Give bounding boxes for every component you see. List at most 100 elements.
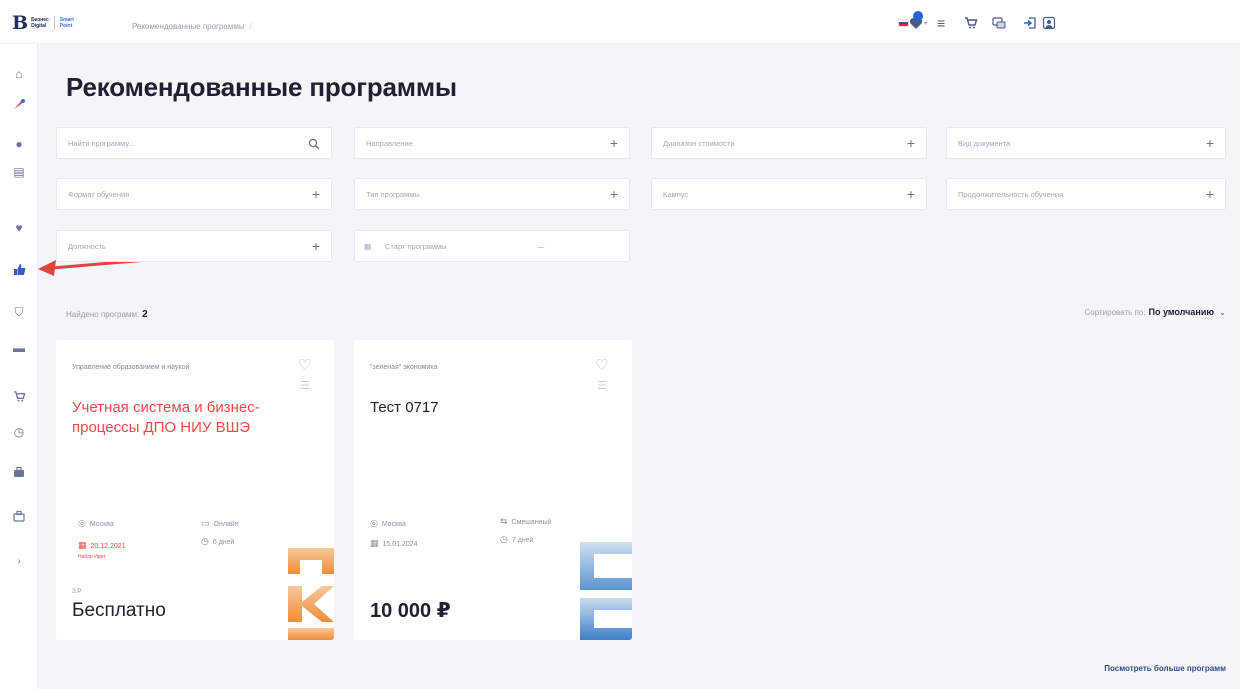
- watermark-logo: [580, 542, 632, 640]
- logo-divider: [53, 16, 55, 30]
- notification-badge: [913, 11, 923, 21]
- filter-start-date[interactable]: ▦ Старт программы —: [354, 230, 630, 262]
- sidebar-item-cart[interactable]: [0, 386, 38, 406]
- show-more-link[interactable]: Посмотреть больше программ: [1104, 664, 1226, 673]
- plus-icon: +: [609, 186, 618, 202]
- home-icon: ⌂: [15, 67, 23, 81]
- date-separator: —: [537, 242, 545, 251]
- card-city: ◎ Москва: [370, 518, 406, 528]
- program-card[interactable]: "зеленая" экономика ♡ ☰ Тест 0717 ◎ Москв…: [354, 340, 632, 640]
- location-icon: ◎: [78, 518, 86, 528]
- clock-icon: ◷: [500, 534, 508, 544]
- filter-direction[interactable]: Направление +: [354, 127, 630, 159]
- card-format: ▭ Онлайн: [201, 518, 239, 528]
- logout-button[interactable]: [1023, 14, 1037, 32]
- card-title[interactable]: Тест 0717: [370, 398, 439, 418]
- logo-product: Smart Point: [59, 17, 74, 29]
- card-title[interactable]: Учетная система и бизнес-процессы ДПО НИ…: [72, 398, 287, 438]
- plus-icon: +: [906, 186, 915, 202]
- sidebar-item-documents[interactable]: ▬: [0, 338, 38, 358]
- heart-icon: ♥: [15, 221, 23, 235]
- briefcase-icon: [14, 466, 24, 477]
- chevron-down-icon: ▾: [924, 20, 928, 27]
- monitor-icon: ▭: [201, 518, 210, 528]
- sort-dropdown[interactable]: Сортировать по: По умолчанию ⌄: [1084, 307, 1226, 317]
- sidebar-item-reports[interactable]: [0, 506, 38, 526]
- cart-icon: [965, 17, 978, 29]
- logo-wordmark: Бизнес Digital: [31, 17, 49, 29]
- card-date: ▦ 20.12.2021: [78, 540, 126, 550]
- breadcrumb: Рекомендованные программы /: [132, 22, 252, 31]
- calendar-icon: ▦: [364, 242, 372, 251]
- filter-duration[interactable]: Продолжительность обучения +: [946, 178, 1226, 210]
- plus-icon: +: [1205, 186, 1214, 202]
- compare-list-icon[interactable]: ☰: [300, 380, 310, 392]
- search-icon: [308, 138, 320, 150]
- filter-doc-type[interactable]: Вид документа +: [946, 127, 1226, 159]
- list-button[interactable]: ≡: [937, 14, 945, 32]
- card-direction: Управление образованием и наукой: [72, 364, 190, 371]
- filter-format[interactable]: Формат обучения +: [56, 178, 332, 210]
- sidebar: ⌂ ● ▤ ♥ ⛉ ▬ ◷ ›: [0, 44, 38, 689]
- page-title: Рекомендованные программы: [66, 72, 457, 102]
- card-price: Бесплатно: [72, 600, 166, 621]
- graduation-icon: ⛉: [14, 305, 24, 319]
- folder-icon: ▬: [13, 341, 25, 355]
- filter-price-range[interactable]: Диапазон стоимости +: [651, 127, 927, 159]
- sidebar-item-organization[interactable]: ▤: [0, 162, 38, 182]
- card-format: ⇆ Смешанный: [500, 516, 552, 526]
- chat-button[interactable]: [992, 14, 1006, 32]
- chat-icon: [992, 17, 1006, 29]
- clock-icon: ◷: [13, 425, 25, 439]
- calendar-icon: ▦: [370, 538, 379, 548]
- card-price: 10 000 ₽: [370, 600, 451, 622]
- sidebar-item-favorites[interactable]: ♥: [0, 218, 38, 238]
- cart-button[interactable]: [964, 14, 978, 32]
- plus-icon: +: [1205, 135, 1214, 151]
- chevron-right-icon: ›: [17, 556, 21, 567]
- compare-list-icon[interactable]: ☰: [597, 380, 607, 392]
- thumbs-up-icon: [13, 264, 25, 275]
- brand-logo[interactable]: B Бизнес Digital Smart Point: [12, 14, 74, 33]
- mixed-format-icon: ⇆: [500, 516, 508, 526]
- sidebar-item-history[interactable]: ◷: [0, 422, 38, 442]
- search-input[interactable]: Найти программу...: [56, 127, 332, 159]
- top-bar: B Бизнес Digital Smart Point Рекомендова…: [0, 0, 1240, 44]
- found-count: Найдено программ: 2: [66, 309, 148, 320]
- favorite-heart-icon[interactable]: ♡: [595, 358, 611, 374]
- building-icon: ▤: [13, 165, 25, 179]
- sidebar-expand-button[interactable]: ›: [0, 552, 38, 572]
- chevron-down-icon: ⌄: [1219, 308, 1226, 317]
- sidebar-item-settings[interactable]: ●: [0, 134, 38, 154]
- filter-position[interactable]: Должность +: [56, 230, 332, 262]
- user-button[interactable]: [1042, 14, 1056, 32]
- pk-watermark-logo: [288, 548, 334, 640]
- filter-campus[interactable]: Кампус +: [651, 178, 927, 210]
- plus-icon: +: [311, 238, 320, 254]
- logout-icon: [1024, 17, 1036, 29]
- breadcrumb-current[interactable]: Рекомендованные программы: [132, 22, 245, 31]
- plus-icon: +: [311, 186, 320, 202]
- sidebar-item-education[interactable]: ⛉: [0, 302, 38, 322]
- list-icon: ≡: [937, 15, 946, 31]
- sidebar-item-home[interactable]: ⌂: [0, 64, 38, 84]
- sidebar-item-employees[interactable]: [0, 462, 38, 482]
- card-note: Набор Идет: [78, 554, 106, 560]
- plus-icon: +: [906, 135, 915, 151]
- filter-program-type[interactable]: Тип программы +: [354, 178, 630, 210]
- card-duration: ◷ 6 дней: [201, 536, 235, 546]
- cart-icon: [13, 391, 25, 402]
- calendar-icon: ▦: [78, 540, 87, 550]
- sidebar-item-promo[interactable]: [0, 94, 38, 114]
- program-card[interactable]: Управление образованием и наукой ♡ ☰ Уче…: [56, 340, 334, 640]
- settings-icon: ●: [15, 137, 23, 151]
- briefcase-icon: [13, 510, 25, 522]
- card-city: ◎ Москва: [78, 518, 114, 528]
- card-direction: "зеленая" экономика: [370, 364, 438, 371]
- card-duration: ◷ 7 дней: [500, 534, 534, 544]
- flag-icon: [898, 19, 909, 27]
- favorite-heart-icon[interactable]: ♡: [298, 358, 314, 374]
- plus-icon: +: [609, 135, 618, 151]
- user-icon: [1042, 16, 1056, 30]
- sidebar-item-recommended[interactable]: [0, 259, 38, 279]
